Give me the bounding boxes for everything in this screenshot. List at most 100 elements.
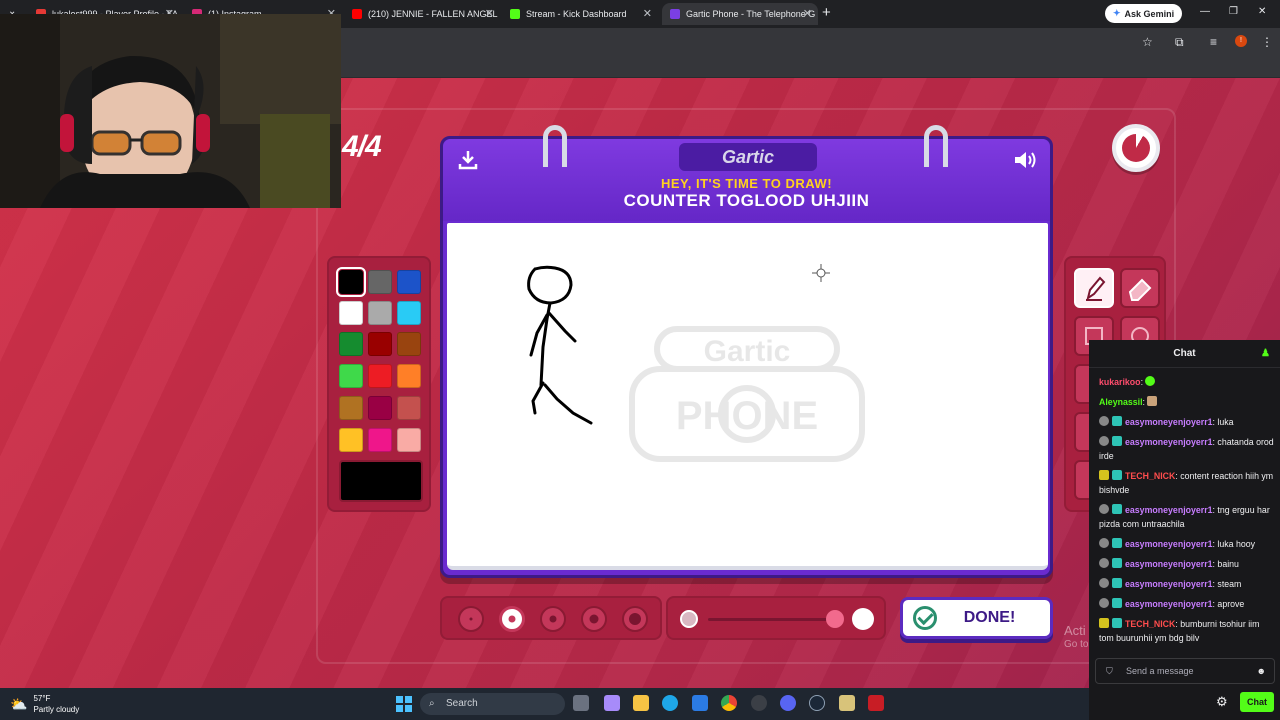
color-palette — [327, 256, 431, 512]
brush-size-5[interactable] — [622, 606, 648, 632]
color-swatch-black[interactable] — [336, 267, 366, 297]
chat-send-button[interactable]: Chat — [1240, 692, 1274, 712]
color-swatch-tan[interactable] — [339, 396, 363, 420]
windows-taskbar: ⛅ 57°F Partly cloudy ⌕ Search — [0, 688, 1089, 720]
extensions-icon[interactable]: ⧉ — [1175, 35, 1184, 50]
edge-icon[interactable] — [662, 695, 678, 711]
tab-favicon — [510, 9, 520, 19]
taskbar-search[interactable]: ⌕ Search — [420, 693, 565, 715]
download-icon[interactable] — [457, 149, 479, 171]
color-swatch-dark-green[interactable] — [339, 332, 363, 356]
bookmark-star-icon[interactable]: ☆ — [1142, 35, 1153, 49]
window-close-icon[interactable]: ✕ — [1258, 6, 1266, 17]
color-swatch-gray[interactable] — [368, 270, 392, 294]
color-swatch-light-gray[interactable] — [368, 301, 392, 325]
drawing-canvas[interactable]: Gartic PHONE — [447, 223, 1048, 570]
opacity-slider-handle[interactable] — [826, 610, 844, 628]
binder-ring — [924, 125, 948, 167]
tab-title: Stream - Kick Dashboard — [526, 9, 627, 19]
obs-icon[interactable] — [751, 695, 767, 711]
discord-icon[interactable] — [780, 695, 796, 711]
ask-gemini-button[interactable]: ✦ Ask Gemini — [1105, 4, 1183, 23]
chat-username[interactable]: kukarikoo — [1099, 377, 1141, 387]
chat-username[interactable]: Aleynassil — [1099, 397, 1143, 407]
game-app-icon[interactable] — [868, 695, 884, 711]
brush-size-selector — [440, 596, 662, 640]
current-color-preview[interactable] — [339, 460, 423, 502]
badge-icon — [1099, 504, 1109, 514]
color-swatch-maroon[interactable] — [368, 396, 392, 420]
opacity-slider-track[interactable] — [708, 618, 838, 621]
volume-icon[interactable] — [1013, 149, 1039, 171]
subscriber-badge-icon — [1112, 504, 1122, 514]
chat-input-placeholder: Send a message — [1126, 666, 1194, 676]
color-swatch-green[interactable] — [339, 364, 363, 388]
file-explorer-icon[interactable] — [633, 695, 649, 711]
pen-tool-button[interactable] — [1074, 268, 1114, 308]
color-swatch-red[interactable] — [368, 364, 392, 388]
chat-message-input[interactable]: ⛉ Send a message ☻ — [1095, 658, 1275, 684]
chat-text: aprove — [1217, 599, 1245, 609]
done-button[interactable]: DONE! — [900, 597, 1053, 639]
emoji-icon[interactable]: ☻ — [1257, 659, 1266, 683]
weather-widget[interactable]: ⛅ 57°F Partly cloudy — [10, 693, 79, 715]
new-tab-icon[interactable]: + — [822, 4, 831, 21]
chat-username[interactable]: easymoneyenjoyerr1 — [1125, 579, 1213, 589]
notebook-header: Gartic HEY, IT'S TIME TO DRAW! COUNTER T… — [443, 139, 1050, 221]
chat-settings-gear-icon[interactable]: ⚙ — [1216, 694, 1228, 710]
steam-icon[interactable] — [809, 695, 825, 711]
brush-size-4[interactable] — [581, 606, 607, 632]
store-icon[interactable] — [692, 695, 708, 711]
chat-username[interactable]: easymoneyenjoyerr1 — [1125, 505, 1213, 515]
badge-icon — [1099, 618, 1109, 628]
weather-desc: Partly cloudy — [33, 705, 80, 714]
chat-message: easymoneyenjoyerr1: steam — [1099, 577, 1275, 591]
media-control-icon[interactable]: ≡ — [1210, 35, 1217, 49]
minimize-icon[interactable]: — — [1200, 6, 1210, 17]
brush-size-1[interactable] — [458, 606, 484, 632]
close-icon[interactable]: ✕ — [803, 7, 812, 20]
chat-username[interactable]: TECH_NICK — [1125, 471, 1175, 481]
chat-username[interactable]: TECH_NICK — [1125, 619, 1175, 629]
app-icon[interactable] — [839, 695, 855, 711]
color-swatch-brown[interactable] — [397, 332, 421, 356]
windows-start-icon[interactable] — [396, 696, 412, 712]
restore-icon[interactable]: ❐ — [1229, 6, 1238, 17]
color-swatch-yellow[interactable] — [339, 428, 363, 452]
chat-message: kukarikoo: — [1099, 375, 1275, 389]
chat-username[interactable]: easymoneyenjoyerr1 — [1125, 539, 1213, 549]
chat-title: Chat — [1173, 348, 1196, 359]
badge-icon — [1099, 538, 1109, 548]
chat-username[interactable]: easymoneyenjoyerr1 — [1125, 559, 1213, 569]
color-swatch-cyan[interactable] — [397, 301, 421, 325]
chat-user-icon[interactable]: ♟ — [1261, 340, 1270, 368]
tab-gartic-phone[interactable]: Gartic Phone - The Telephone G ✕ — [662, 3, 818, 25]
color-swatch-dark-red[interactable] — [368, 332, 392, 356]
close-icon[interactable]: ✕ — [485, 7, 494, 20]
partly-cloudy-icon: ⛅ — [10, 695, 28, 712]
brush-size-2[interactable] — [499, 606, 525, 632]
tab-kick-dashboard[interactable]: Stream - Kick Dashboard ✕ — [502, 3, 658, 25]
task-view-icon[interactable] — [573, 695, 589, 711]
color-swatch-pink[interactable] — [368, 428, 392, 452]
color-swatch-rose[interactable] — [397, 396, 421, 420]
chat-username[interactable]: easymoneyenjoyerr1 — [1125, 599, 1213, 609]
copilot-icon[interactable] — [604, 695, 620, 711]
tab-youtube[interactable]: (210) JENNIE - FALLEN ANGEL ( ✕ — [344, 3, 500, 25]
menu-icon[interactable]: ⋮ — [1261, 35, 1273, 49]
eraser-tool-button[interactable] — [1120, 268, 1160, 308]
subscriber-badge-icon — [1112, 416, 1122, 426]
chat-username[interactable]: easymoneyenjoyerr1 — [1125, 437, 1213, 447]
brush-size-3[interactable] — [540, 606, 566, 632]
close-icon[interactable]: ✕ — [643, 7, 652, 20]
color-swatch-peach[interactable] — [397, 428, 421, 452]
profile-avatar[interactable]: ! — [1235, 35, 1247, 47]
color-swatch-orange[interactable] — [397, 364, 421, 388]
windows-activation-notice: Acti Go to — [1064, 624, 1088, 652]
color-swatch-blue[interactable] — [397, 270, 421, 294]
color-swatch-white[interactable] — [339, 301, 363, 325]
stick-figure-drawing — [527, 265, 593, 425]
round-counter: 4/4 — [342, 130, 382, 163]
chrome-icon[interactable] — [721, 695, 737, 711]
chat-username[interactable]: easymoneyenjoyerr1 — [1125, 417, 1213, 427]
